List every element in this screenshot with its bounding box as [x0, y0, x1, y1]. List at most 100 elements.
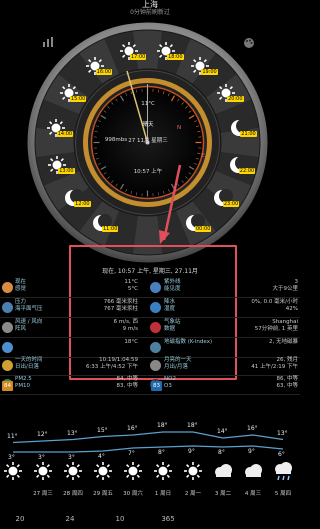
dial-date: 27 11月 星期三	[128, 138, 168, 144]
pressure-icon	[2, 302, 13, 313]
forecast-high: 16°	[127, 425, 138, 432]
forecast-day[interactable]: 5 周四	[270, 489, 296, 497]
data-row-dewpoint[interactable]: 18°C 地磁指数 (K-index) 2, 无地磁暴	[0, 339, 300, 359]
row-left-label: 压力 海平面气压	[15, 299, 43, 312]
hour-badge: 14:00	[56, 130, 74, 137]
data-row-pressure[interactable]: 压力 海平面气压 766 毫米汞柱 767 毫米汞柱 降水 湿度 0%, 0.0…	[0, 299, 300, 319]
now-line: 现在, 10:57 上午, 星期三, 27.11月	[102, 268, 198, 275]
hour-badge: 11:00	[102, 226, 119, 233]
rain-icon[interactable]	[271, 460, 295, 482]
forecast-day[interactable]: 27 周三	[30, 489, 56, 497]
data-row-wind[interactable]: 风速 / 风向 阵风 6 m/s, 西 9 m/s 气象站 数据 Shangha…	[0, 319, 300, 339]
temperature-icon	[2, 282, 13, 293]
sun-icon	[2, 360, 13, 371]
forecast-high: 12°	[37, 431, 48, 438]
data-row-air[interactable]: PM2.5 PM10 84, 中等 83, 中等 NO2 O3 86, 中等 6…	[0, 376, 300, 396]
forecast-day[interactable]: 28 周四	[60, 489, 86, 497]
forecast-high: 18°	[187, 422, 198, 429]
forecast-day[interactable]: 29 周五	[90, 489, 116, 497]
data-row-sun[interactable]: 一天的时间 日出/日落 10:19/1:04:59 6:33 上午/4:52 下…	[0, 357, 300, 377]
hour-badge: 15:00	[69, 95, 87, 102]
forecast-low: 9°	[248, 448, 255, 455]
sun-icon[interactable]	[1, 460, 25, 482]
row-right-label: 地磁指数 (K-index)	[164, 339, 213, 345]
data-row-temperature[interactable]: 现在 感觉 11°C 5°C 紫外线 能见度 3 大于9公里	[0, 279, 300, 299]
row-mid-value: 18°C	[124, 339, 138, 345]
row-right-label: 紫外线 能见度	[164, 279, 181, 292]
sun-icon[interactable]	[181, 460, 205, 482]
bottom-counter[interactable]: 20	[7, 515, 33, 523]
forecast-day[interactable]: 2 周一	[180, 489, 206, 497]
row-divider	[0, 297, 300, 298]
sun-icon[interactable]	[151, 460, 175, 482]
forecast-low: 9°	[188, 448, 195, 455]
forecast-low: 6°	[278, 451, 285, 458]
sun-icon[interactable]	[61, 460, 85, 482]
row-left-label: 一天的时间 日出/日落	[15, 357, 43, 370]
row-right-label: 月亮的一天 月出/月落	[164, 357, 192, 370]
dewpoint-secondary-icon	[150, 342, 161, 353]
sun-icon[interactable]	[121, 460, 145, 482]
refresh-status: 0分钟前刷新过	[130, 9, 170, 16]
hour-badge: 20:00	[227, 95, 244, 102]
row-mid-value: 11°C 5°C	[124, 279, 138, 292]
hour-badge: 22:00	[238, 167, 256, 174]
row-right-value: 26, 残月 41 上午/2:19 下午	[251, 357, 298, 370]
weather-dial[interactable]: 11°C 晴天 998mbs 27 11月 星期三 10:57 上午 N E 1…	[26, 21, 269, 264]
sun-icon[interactable]	[31, 460, 55, 482]
cloud-icon[interactable]	[241, 460, 265, 482]
row-right-label: 降水 湿度	[164, 299, 176, 312]
bottom-counter[interactable]: 24	[57, 515, 83, 523]
dial-condition: 晴天	[142, 122, 154, 128]
forecast-low: 7°	[128, 450, 135, 457]
hour-badge: 21:00	[240, 130, 257, 137]
row-right-label: NO2 O3	[164, 376, 176, 389]
forecast-high: 16°	[247, 425, 258, 432]
forecast-high: 11°	[7, 432, 18, 440]
hour-badge: 16:00	[95, 68, 113, 75]
pressure-secondary-icon	[150, 302, 161, 313]
forecast-graph	[12, 431, 284, 453]
wind-icon	[2, 322, 13, 333]
dial-east: E	[201, 153, 205, 159]
annotation-arrow	[159, 164, 182, 244]
forecast-day[interactable]: 3 周二	[210, 489, 236, 497]
wind-secondary-icon	[150, 322, 161, 333]
sun-secondary-icon	[150, 360, 161, 371]
hour-badge: 12:00	[74, 201, 91, 208]
header: 上海 0分钟前刷新过	[0, 0, 300, 20]
forecast-low: 8°	[218, 449, 225, 456]
row-right-label: 气象站 数据	[164, 319, 181, 332]
forecast-panel[interactable]: 11° 12° 13° 15° 16° 18° 18° 14° 16° 13° 3° 3° 3° 4° 7°…	[0, 418, 300, 529]
row-mid-value: 84, 中等 83, 中等	[116, 376, 139, 389]
row-divider	[0, 337, 300, 338]
hour-badge: 19:00	[201, 68, 218, 75]
row-mid-value: 766 毫米汞柱 767 毫米汞柱	[103, 299, 138, 312]
hour-badge: 17:00	[129, 54, 147, 61]
row-mid-value: 10:19/1:04:59 6:33 上午/4:52 下午	[85, 357, 138, 370]
dial-temp: 11°C	[141, 101, 155, 107]
row-left-label: PM2.5 PM10	[15, 376, 32, 389]
row-divider	[0, 317, 300, 318]
city-name[interactable]: 上海	[0, 0, 300, 9]
dewpoint-icon	[2, 342, 13, 353]
forecast-high: 18°	[157, 422, 168, 429]
sun-icon[interactable]	[91, 460, 115, 482]
bottom-counter[interactable]: 10	[107, 515, 133, 523]
dial-north: N	[176, 125, 182, 131]
row-right-value: 86, 中等 63, 中等	[276, 376, 299, 389]
row-left-label: 现在 感觉	[15, 279, 27, 292]
row-right-value: 3 大于9公里	[272, 279, 299, 292]
forecast-day[interactable]: 30 周六	[120, 489, 146, 497]
temperature-secondary-icon	[150, 282, 161, 293]
row-divider	[0, 394, 300, 395]
forecast-day[interactable]: 1 周日	[150, 489, 176, 497]
row-right-value: 2, 无地磁暴	[269, 339, 298, 345]
hour-badge: 18:00	[167, 54, 184, 61]
cloud-icon[interactable]	[211, 460, 235, 482]
aqi-badge: 83	[151, 381, 162, 391]
forecast-day[interactable]: 4 周三	[240, 489, 266, 497]
forecast-low: 8°	[158, 449, 165, 456]
row-right-value: Shanghai 57分钟前, 1 英里	[254, 319, 298, 332]
bottom-counter[interactable]: 365	[155, 515, 181, 523]
